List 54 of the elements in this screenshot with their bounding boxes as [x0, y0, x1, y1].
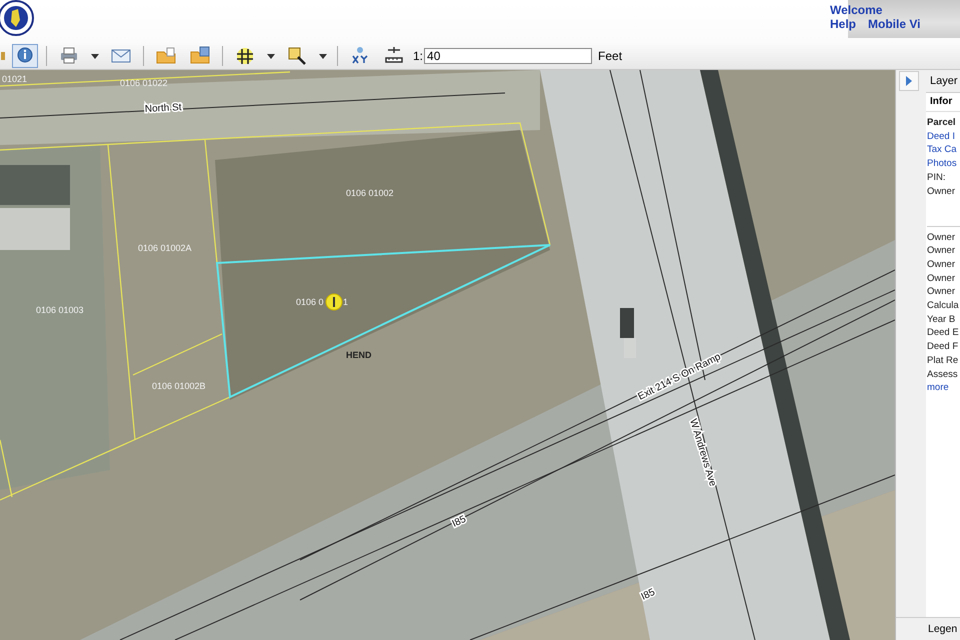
field-label: Owner: [927, 184, 960, 227]
parcel-label: 0106 01003: [36, 305, 84, 315]
unit-label: Feet: [598, 48, 622, 62]
info-link[interactable]: Deed I: [927, 130, 960, 144]
panel-heading: Infor: [926, 93, 960, 112]
field-label: Assess: [927, 368, 959, 382]
section-title: Parcel: [927, 116, 957, 130]
info-link[interactable]: Photos: [927, 157, 960, 171]
header-link[interactable]: Mobile Vi: [868, 17, 920, 31]
parcel-label: 0106 01002A: [138, 243, 192, 253]
field-label: Owner: [927, 244, 956, 258]
county-seal-logo: [0, 0, 34, 36]
info-icon: [16, 46, 34, 66]
field-label: Deed E: [927, 326, 960, 340]
parcel-label: 0106 01002B: [152, 381, 206, 391]
triangle-right-icon: [905, 75, 913, 87]
field-label: Owner: [927, 272, 956, 286]
field-label: Deed F: [927, 340, 960, 354]
parcel-label: 0106 01002: [346, 188, 394, 198]
header-link[interactable]: Help: [830, 17, 856, 31]
location-marker-icon[interactable]: [326, 294, 342, 310]
street-label: HEND: [346, 350, 372, 360]
folder-picture-icon: [190, 46, 210, 66]
info-button[interactable]: [12, 44, 38, 68]
street-label: Exit 214 S On Ramp: [636, 352, 723, 403]
scale-input-field[interactable]: 40: [424, 48, 592, 64]
magnifier-icon: [287, 46, 307, 66]
street-label: I85: [640, 586, 657, 603]
street-label: I85: [450, 514, 468, 530]
parcel-label: 01021: [2, 74, 28, 84]
field-label: Owner: [927, 230, 956, 244]
folder-icon: [156, 46, 176, 66]
info-link[interactable]: more: [927, 381, 960, 395]
parcel-label: 1: [343, 297, 348, 307]
info-link[interactable]: Tax Ca: [927, 143, 960, 158]
expand-panel-button[interactable]: [899, 71, 919, 91]
parcel-label: 0106 01022: [120, 78, 168, 88]
panel-tab[interactable]: Layer: [927, 75, 958, 87]
parcel-label: 0106 0: [296, 297, 324, 307]
field-label: Owner: [927, 258, 956, 272]
street-label: North St: [144, 102, 182, 115]
street-label: W Andrews Ave: [687, 418, 718, 488]
scale-ruler-icon: [384, 46, 404, 66]
printer-icon: [59, 46, 79, 66]
field-label: Owner: [927, 285, 956, 300]
grid-icon: [235, 46, 255, 66]
legend-tab[interactable]: Legen: [896, 617, 960, 640]
field-label: Year B: [927, 312, 956, 326]
field-label: Calcula: [927, 299, 960, 313]
scale-label: 1:: [413, 48, 424, 62]
field-label: Plat Re: [927, 354, 960, 368]
field-label: PIN:: [927, 170, 946, 185]
header-link[interactable]: Welcome: [830, 3, 882, 17]
xy-coordinates-icon: [350, 46, 370, 66]
